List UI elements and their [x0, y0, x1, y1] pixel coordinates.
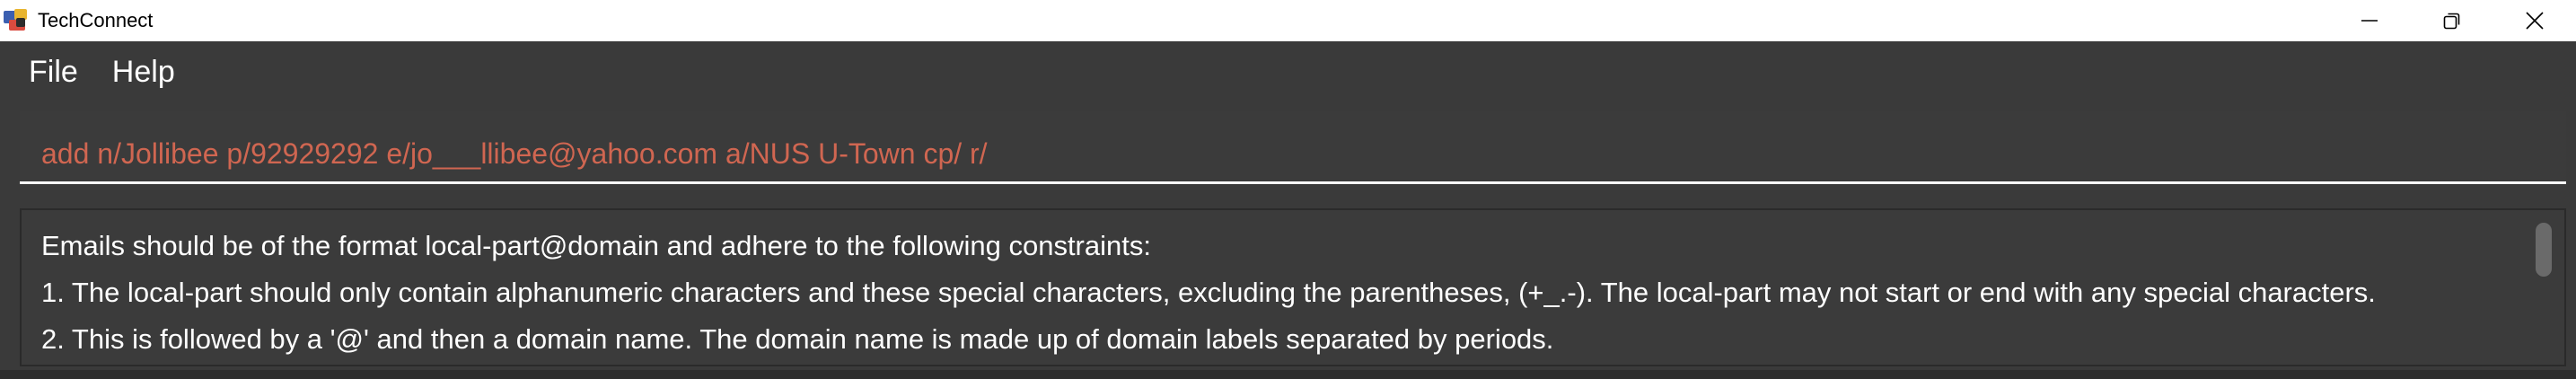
command-box: [0, 102, 2576, 201]
close-icon: [2526, 12, 2544, 30]
app-window: TechConnect File Help add n/Jollibee p/9…: [0, 0, 2576, 379]
menu-file[interactable]: File: [29, 55, 78, 90]
window-controls: [2328, 0, 2576, 41]
minimize-button[interactable]: [2328, 0, 2411, 41]
status-strip: [0, 370, 2576, 379]
maximize-button[interactable]: [2411, 0, 2493, 41]
command-input[interactable]: [41, 133, 2537, 174]
result-line: 2. This is followed by a '@' and then a …: [41, 323, 1554, 355]
close-button[interactable]: [2493, 0, 2576, 41]
result-line: 1. The local-part should only contain al…: [41, 277, 2376, 308]
scrollbar-thumb[interactable]: [2536, 223, 2552, 277]
menu-bar: File Help: [0, 41, 2576, 102]
result-display-container: Emails should be of the format local-par…: [0, 201, 2576, 379]
techconnect-logo-icon: [4, 7, 31, 34]
window-title: TechConnect: [38, 9, 154, 31]
title-bar[interactable]: TechConnect: [0, 0, 2576, 41]
minimize-icon: [2361, 20, 2378, 22]
command-input-container[interactable]: [20, 111, 2566, 190]
menu-help[interactable]: Help: [112, 55, 175, 90]
result-line: Emails should be of the format local-par…: [41, 230, 1151, 261]
restore-icon: [2443, 13, 2460, 30]
command-underline: [20, 181, 2566, 184]
result-display[interactable]: Emails should be of the format local-par…: [20, 208, 2566, 366]
